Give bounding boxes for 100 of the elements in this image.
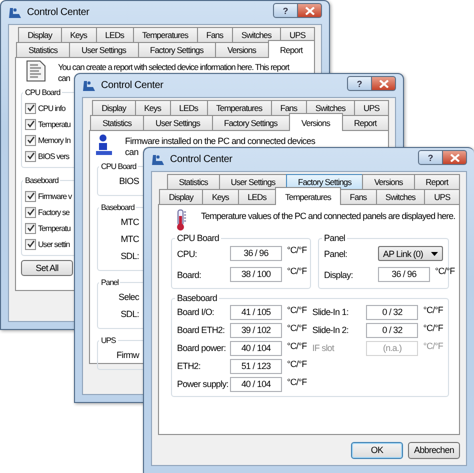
group-title: Panel [323, 233, 346, 243]
checkbox-label[interactable]: Firmware v [38, 192, 72, 200]
value-field[interactable]: 36 / 96 [378, 267, 430, 282]
description-text: can [58, 73, 70, 84]
value-field[interactable]: 40 / 104 [230, 340, 282, 356]
checkbox[interactable] [25, 190, 36, 202]
tab[interactable]: Versions [362, 174, 415, 189]
field-label: Board power: [177, 343, 227, 353]
dialog-button[interactable]: Abbrechen [408, 442, 460, 458]
set-all-button[interactable]: Set All [21, 260, 73, 276]
tab[interactable]: Display [159, 189, 204, 204]
value-field[interactable]: 41 / 105 [230, 304, 282, 320]
unit-label: °C/°F [287, 266, 307, 276]
value-field[interactable]: 51 / 123 [230, 358, 282, 374]
checkbox-label[interactable]: User settin [38, 240, 70, 248]
tab[interactable]: Factory Settings [212, 115, 290, 130]
tab[interactable]: LEDs [238, 189, 276, 204]
dialog-button[interactable]: OK [351, 442, 403, 458]
checkbox-label[interactable]: Factory se [38, 208, 70, 216]
tab[interactable]: Fans [340, 189, 377, 204]
tab[interactable]: Display [92, 100, 136, 115]
group-title: Baseboard [100, 203, 136, 212]
help-button[interactable]: ? [273, 3, 298, 18]
checkbox-label[interactable]: CPU info [38, 104, 66, 112]
field-label: Panel: [324, 248, 348, 258]
close-button[interactable] [372, 76, 396, 91]
panel-dropdown[interactable]: AP Link (0) [378, 246, 443, 261]
window-title: Control Center [101, 80, 164, 91]
tab[interactable]: Display [18, 27, 62, 42]
field-label: Slide-In 1: [312, 307, 350, 317]
value-field[interactable]: 0 / 32 [366, 322, 418, 338]
value-field[interactable]: 39 / 102 [230, 322, 282, 338]
field-label: SDL: [120, 250, 139, 263]
tab[interactable]: Keys [60, 27, 97, 42]
checkbox[interactable] [25, 238, 36, 250]
close-icon [304, 6, 314, 14]
checkbox-label[interactable]: BIOS vers [38, 152, 70, 160]
group-title: CPU Board [176, 233, 220, 243]
help-button[interactable]: ? [347, 76, 372, 91]
field-label: Board ETH2: [177, 325, 226, 335]
figure-icon [151, 154, 165, 166]
tab[interactable]: Versions [214, 42, 269, 57]
checkbox-label[interactable]: Temperatu [38, 120, 70, 128]
value-field[interactable]: 40 / 104 [230, 376, 282, 392]
tab[interactable]: Fans [196, 27, 233, 42]
group-title: Panel [100, 278, 120, 287]
field-label: Display: [324, 270, 354, 280]
close-button[interactable] [443, 150, 467, 165]
thermometer-icon [175, 209, 187, 231]
tab[interactable]: UPS [354, 100, 390, 115]
field-label: MTC [120, 233, 139, 246]
checkbox-label[interactable]: Memory In [38, 136, 70, 144]
tab[interactable]: User Settings [218, 174, 288, 189]
value-field[interactable]: 38 / 100 [230, 267, 282, 282]
checkbox[interactable] [25, 102, 36, 114]
document-icon [26, 60, 46, 82]
tab[interactable]: Keys [202, 189, 239, 204]
tab[interactable]: Report [342, 115, 390, 130]
checkbox[interactable] [25, 134, 36, 146]
checkbox[interactable] [25, 222, 36, 234]
description-text: You can create a report with selected device information here. This report [58, 62, 290, 73]
field-label: Firmw [116, 349, 139, 362]
group-title: Baseboard [176, 293, 218, 303]
description-text: can [125, 147, 138, 158]
field-label: Board: [177, 270, 202, 280]
tab[interactable]: Report [414, 174, 460, 189]
unit-label: °C/°F [287, 305, 307, 315]
tab[interactable]: Statistics [16, 42, 70, 57]
checkbox[interactable] [25, 150, 36, 162]
value-field[interactable]: 0 / 32 [366, 304, 418, 320]
field-label: IF slot [312, 343, 336, 353]
tab[interactable]: Versions [288, 113, 343, 131]
checkbox[interactable] [25, 118, 36, 130]
field-label: BIOS [118, 175, 139, 188]
tab[interactable]: User Settings [69, 42, 139, 57]
tab[interactable]: Temperatures [132, 27, 198, 42]
help-button[interactable]: ? [418, 150, 443, 165]
tab[interactable]: UPS [424, 189, 460, 204]
checkbox-label[interactable]: Temperatu [38, 224, 70, 232]
checkbox[interactable] [25, 206, 36, 218]
unit-label: °C/°F [423, 305, 443, 315]
tab[interactable]: Report [268, 40, 316, 58]
unit-label: °C/°F [287, 377, 307, 387]
unit-label: °C/°F [423, 323, 443, 333]
tab[interactable]: Factory Settings [138, 42, 216, 57]
person-icon [95, 134, 113, 156]
tab[interactable]: Statistics [167, 174, 220, 189]
value-field[interactable]: 36 / 96 [230, 246, 282, 261]
tab[interactable]: Keys [134, 100, 171, 115]
tab[interactable]: Temperatures [275, 187, 341, 205]
tab[interactable]: Fans [270, 100, 307, 115]
group-title: CPU Board [100, 162, 138, 171]
close-button[interactable] [298, 3, 322, 18]
tab[interactable]: User Settings [143, 115, 213, 130]
tab[interactable]: Statistics [90, 115, 144, 130]
tab[interactable]: Switches [232, 27, 281, 42]
tab[interactable]: LEDs [96, 27, 134, 42]
tab[interactable]: Switches [376, 189, 426, 204]
tab[interactable]: LEDs [170, 100, 208, 115]
tab[interactable]: Temperatures [206, 100, 272, 115]
